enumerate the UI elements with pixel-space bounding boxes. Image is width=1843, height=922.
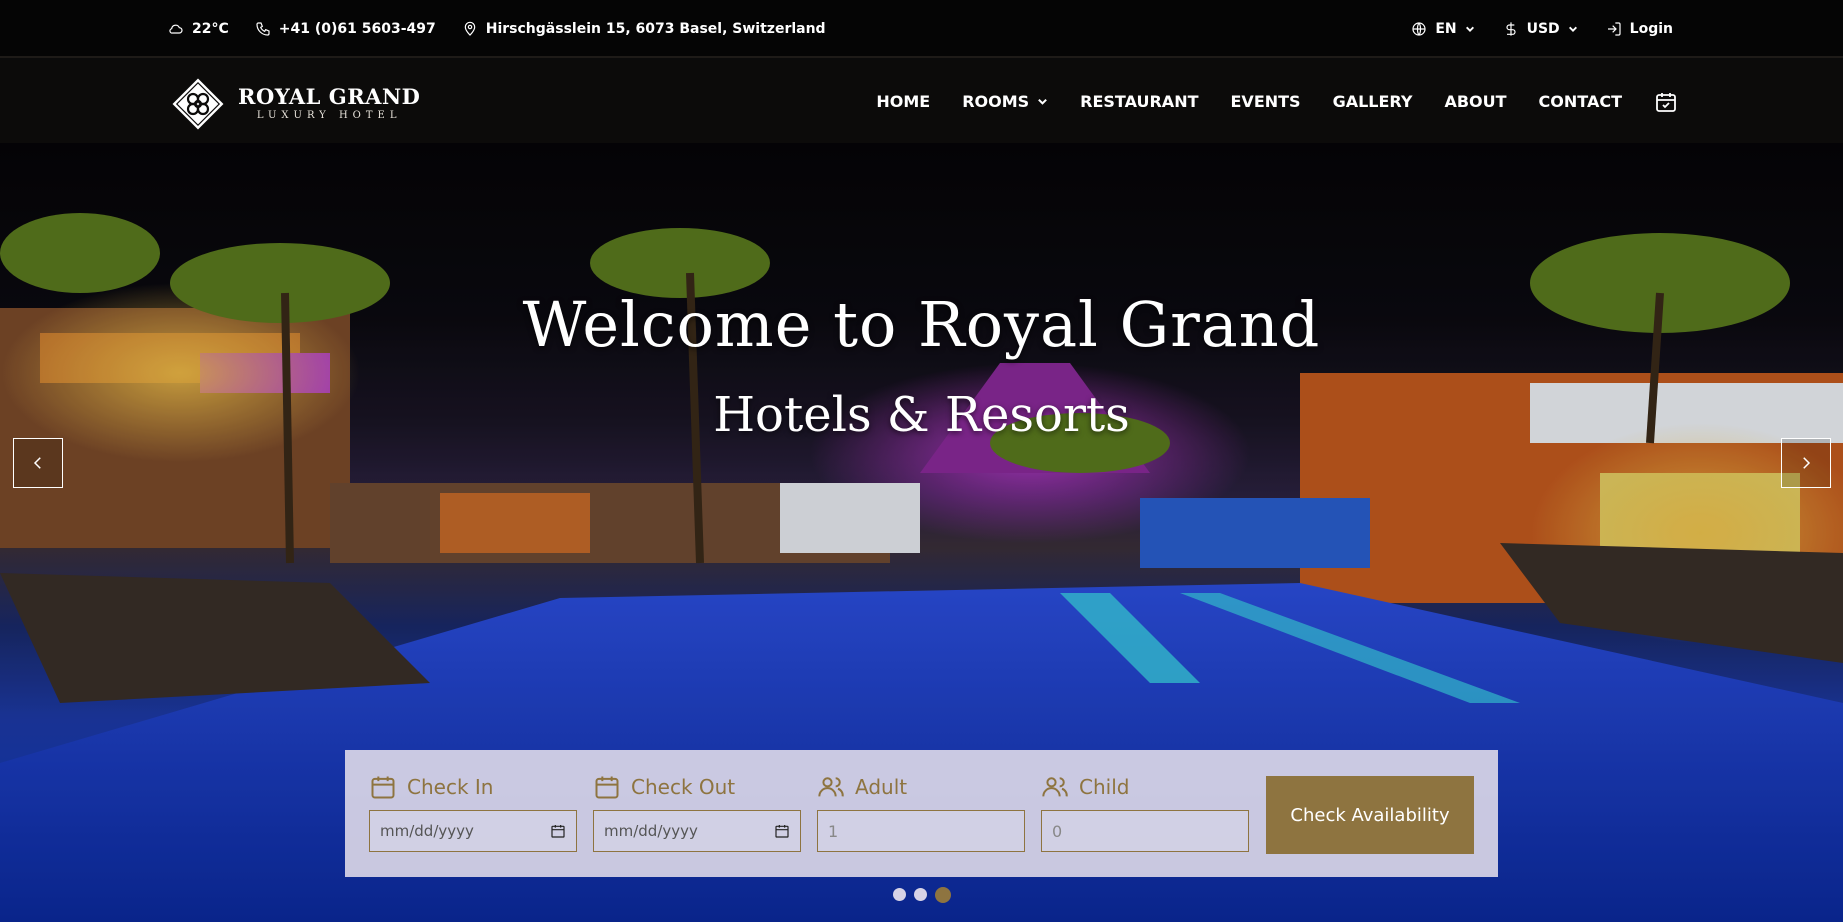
login-label[interactable]: Login xyxy=(1630,21,1673,37)
adult-input[interactable]: 1 xyxy=(817,810,1025,852)
language-selector[interactable]: EN xyxy=(1411,21,1474,37)
check-out-placeholder: mm/dd/yyyy xyxy=(604,822,698,840)
contact-info: 22°C +41 (0)61 5603-497 Hirschgässlein 1… xyxy=(168,0,826,58)
nav-rooms-label[interactable]: ROOMS xyxy=(962,92,1029,111)
dollar-icon xyxy=(1506,22,1516,36)
nav-gallery-label[interactable]: GALLERY xyxy=(1333,92,1413,111)
adult-value[interactable]: 1 xyxy=(828,822,838,841)
adult-label-row: Adult xyxy=(817,772,1025,802)
booking-form: Check In mm/dd/yyyy Check Out mm/dd/yyyy… xyxy=(345,750,1498,877)
adult-field: Adult 1 xyxy=(817,772,1025,852)
phone[interactable]: +41 (0)61 5603-497 xyxy=(255,21,436,37)
currency-value[interactable]: USD xyxy=(1527,21,1560,37)
slider-indicators xyxy=(0,887,1843,903)
nav-contact[interactable]: CONTACT xyxy=(1539,92,1622,111)
check-in-field: Check In mm/dd/yyyy xyxy=(369,772,577,852)
hero-title: Welcome to Royal Grand xyxy=(522,288,1321,361)
check-out-label: Check Out xyxy=(631,775,736,799)
nav-gallery[interactable]: GALLERY xyxy=(1333,92,1413,111)
users-icon xyxy=(818,777,844,797)
address-text: Hirschgässlein 15, 6073 Basel, Switzerla… xyxy=(485,21,826,37)
login-link[interactable]: Login xyxy=(1606,21,1673,37)
child-field: Child 0 xyxy=(1041,772,1249,852)
currency-selector[interactable]: USD xyxy=(1503,21,1578,37)
globe-icon xyxy=(1412,22,1426,36)
slider-dot-3[interactable] xyxy=(934,887,951,903)
child-value[interactable]: 0 xyxy=(1052,822,1062,841)
slider-dot-2[interactable] xyxy=(913,888,927,901)
login-icon xyxy=(1607,22,1621,36)
nav-events-label[interactable]: EVENTS xyxy=(1231,92,1301,111)
hero-slider: Welcome to Royal Grand Hotels & Resorts … xyxy=(0,143,1843,922)
slider-prev-button[interactable] xyxy=(13,438,63,488)
check-out-label-row: Check Out xyxy=(593,772,801,802)
child-label: Child xyxy=(1079,775,1130,799)
cloud-icon xyxy=(169,24,183,34)
nav-restaurant-label[interactable]: RESTAURANT xyxy=(1080,92,1198,111)
weather-value: 22°C xyxy=(192,21,229,37)
child-input[interactable]: 0 xyxy=(1041,810,1249,852)
brand-text: ROYAL GRAND LUXURY HOTEL xyxy=(238,85,420,123)
calendar-icon xyxy=(371,776,395,799)
users-icon xyxy=(1042,777,1068,797)
nav-menu: HOME ROOMS RESTAURANT EVENTS GALLERY ABO… xyxy=(876,60,1678,143)
nav-home-label[interactable]: HOME xyxy=(876,92,930,111)
main-navbar: ROYAL GRAND LUXURY HOTEL HOME ROOMS REST… xyxy=(0,60,1843,143)
check-in-label-row: Check In xyxy=(369,772,577,802)
nav-rooms[interactable]: ROOMS xyxy=(962,92,1048,111)
top-bar: 22°C +41 (0)61 5603-497 Hirschgässlein 1… xyxy=(0,0,1843,58)
chevron-left-icon xyxy=(33,457,41,469)
hero-subtitle: Hotels & Resorts xyxy=(713,387,1130,443)
nav-about-label[interactable]: ABOUT xyxy=(1444,92,1506,111)
calendar-icon xyxy=(595,776,619,799)
nav-contact-label[interactable]: CONTACT xyxy=(1539,92,1622,111)
nav-about[interactable]: ABOUT xyxy=(1444,92,1506,111)
slider-dot-1[interactable] xyxy=(892,888,906,901)
brand-name: ROYAL GRAND xyxy=(238,84,421,109)
brand-logo[interactable]: ROYAL GRAND LUXURY HOTEL xyxy=(168,74,420,134)
calendar-check-icon xyxy=(1656,92,1676,112)
chevron-down-icon xyxy=(1465,26,1474,32)
map-pin-icon xyxy=(464,21,476,36)
utility-links: EN USD Login xyxy=(1411,0,1673,58)
brand-tagline: LUXURY HOTEL xyxy=(256,110,402,121)
address: Hirschgässlein 15, 6073 Basel, Switzerla… xyxy=(462,21,826,37)
slider-next-button[interactable] xyxy=(1781,438,1831,488)
weather: 22°C xyxy=(168,21,229,37)
chevron-right-icon xyxy=(1803,457,1811,469)
booking-calendar-button[interactable] xyxy=(1654,90,1678,114)
calendar-picker-icon[interactable] xyxy=(774,823,790,839)
nav-events[interactable]: EVENTS xyxy=(1231,92,1301,111)
check-out-input[interactable]: mm/dd/yyyy xyxy=(593,810,801,852)
calendar-picker-icon[interactable] xyxy=(550,823,566,839)
check-in-label: Check In xyxy=(407,775,494,799)
phone-icon xyxy=(256,22,270,36)
check-in-input[interactable]: mm/dd/yyyy xyxy=(369,810,577,852)
nav-restaurant[interactable]: RESTAURANT xyxy=(1080,92,1198,111)
nav-home[interactable]: HOME xyxy=(876,92,930,111)
check-in-placeholder: mm/dd/yyyy xyxy=(380,822,474,840)
logo-emblem-icon xyxy=(172,78,224,130)
language-value[interactable]: EN xyxy=(1435,21,1456,37)
chevron-down-icon xyxy=(1038,98,1048,105)
child-label-row: Child xyxy=(1041,772,1249,802)
check-out-field: Check Out mm/dd/yyyy xyxy=(593,772,801,852)
adult-label: Adult xyxy=(855,775,908,799)
check-availability-button[interactable]: Check Availability xyxy=(1266,776,1474,854)
chevron-down-icon xyxy=(1568,26,1577,32)
phone-number[interactable]: +41 (0)61 5603-497 xyxy=(279,21,436,37)
